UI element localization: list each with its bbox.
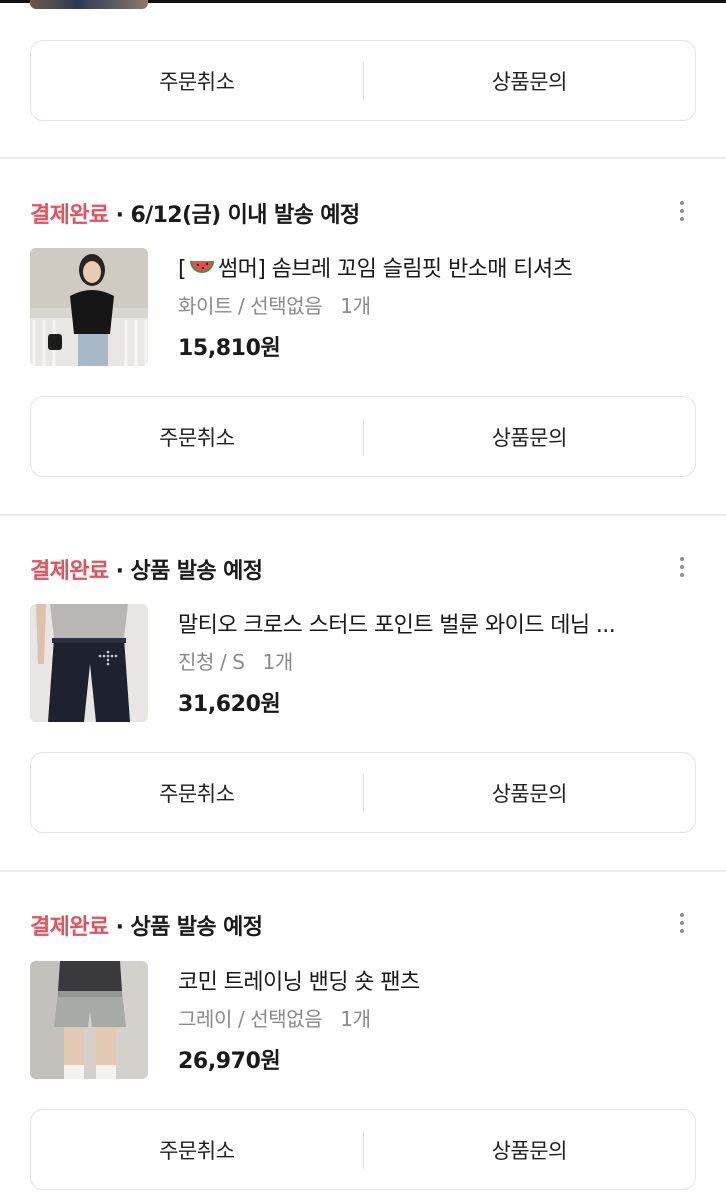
shipping-note: · 6/12(금) 이내 발송 예정: [115, 203, 361, 228]
payment-complete-label: 결제완료: [30, 915, 109, 940]
order-2-status: 결제완료 · 상품 발송 예정: [30, 553, 263, 585]
product-price: 15,810원: [178, 336, 281, 361]
more-options-icon[interactable]: [672, 196, 692, 226]
watermelon-icon: [189, 261, 214, 273]
order-3-actions: 주문취소 상품문의: [30, 1109, 696, 1190]
product-thumbnail[interactable]: [30, 604, 148, 722]
order-1-status: 결제완료 · 6/12(금) 이내 발송 예정: [30, 197, 360, 229]
cancel-order-button[interactable]: 주문취소: [31, 1110, 363, 1189]
shipping-note: · 상품 발송 예정: [115, 915, 263, 940]
quantity: 1개: [340, 1007, 371, 1031]
product-inquiry-button[interactable]: 상품문의: [364, 41, 696, 120]
product-option: 그레이 / 선택없음 1개: [178, 1003, 371, 1032]
product-price: 31,620원: [178, 692, 281, 717]
option-text: 그레이 / 선택없음: [178, 1007, 323, 1031]
previous-product-thumbnail[interactable]: [30, 0, 148, 9]
more-options-icon[interactable]: [672, 552, 692, 582]
order-3-status: 결제완료 · 상품 발송 예정: [30, 909, 263, 941]
order-1-actions: 주문취소 상품문의: [30, 396, 696, 477]
cancel-order-button[interactable]: 주문취소: [31, 41, 363, 120]
product-name[interactable]: 코민 트레이닝 밴딩 숏 팬츠: [178, 964, 678, 996]
product-name-prefix: [: [178, 257, 187, 282]
order-0-actions: 주문취소 상품문의: [30, 40, 696, 121]
product-option: 화이트 / 선택없음 1개: [178, 290, 371, 319]
section-divider: [0, 870, 726, 872]
product-price: 26,970원: [178, 1049, 281, 1074]
product-option: 진청 / S 1개: [178, 646, 293, 675]
shipping-note: · 상품 발송 예정: [115, 559, 263, 584]
product-name-text: 썸머] 솜브레 꼬임 슬림핏 반소매 티셔츠: [217, 257, 573, 282]
quantity: 1개: [262, 650, 294, 674]
product-inquiry-button[interactable]: 상품문의: [364, 1110, 696, 1189]
option-text: 진청 / S: [178, 650, 245, 674]
quantity: 1개: [340, 294, 371, 318]
product-inquiry-button[interactable]: 상품문의: [364, 397, 696, 476]
product-inquiry-button[interactable]: 상품문의: [364, 753, 696, 832]
product-name[interactable]: 말티오 크로스 스터드 포인트 벌룬 와이드 데님 ...: [178, 607, 678, 639]
section-divider: [0, 514, 726, 516]
product-thumbnail[interactable]: [30, 248, 148, 366]
order-2-actions: 주문취소 상품문의: [30, 752, 696, 833]
product-name[interactable]: [ 썸머] 솜브레 꼬임 슬림핏 반소매 티셔츠: [178, 251, 678, 283]
payment-complete-label: 결제완료: [30, 203, 109, 228]
section-divider: [0, 157, 726, 159]
cancel-order-button[interactable]: 주문취소: [31, 753, 363, 832]
product-thumbnail[interactable]: [30, 961, 148, 1079]
more-options-icon[interactable]: [672, 908, 692, 938]
option-text: 화이트 / 선택없음: [178, 294, 323, 318]
payment-complete-label: 결제완료: [30, 559, 109, 584]
cancel-order-button[interactable]: 주문취소: [31, 397, 363, 476]
